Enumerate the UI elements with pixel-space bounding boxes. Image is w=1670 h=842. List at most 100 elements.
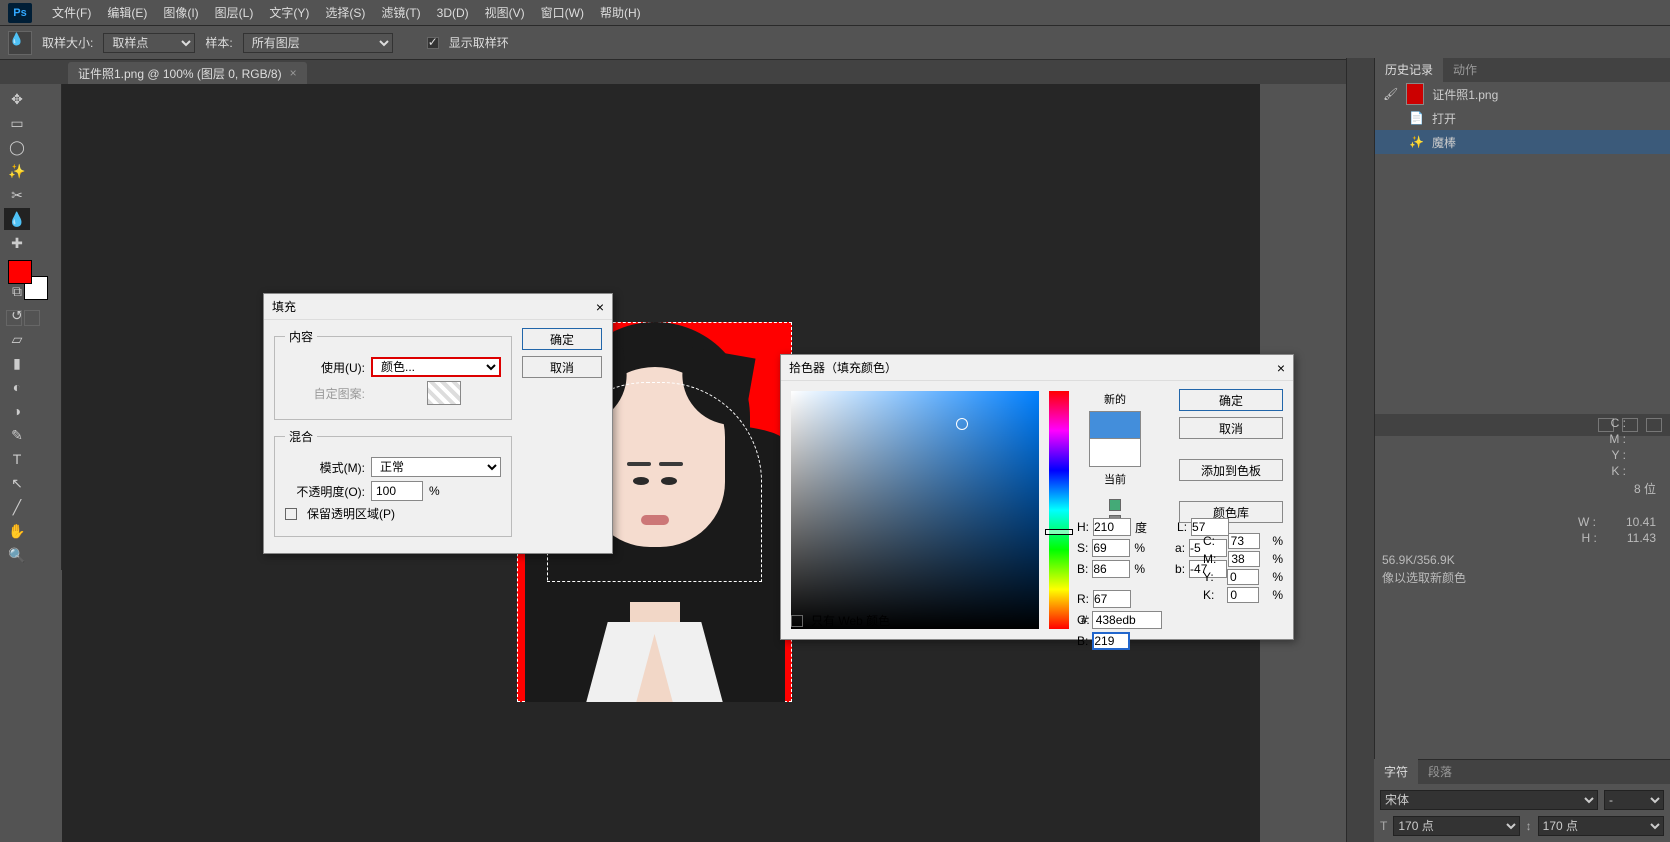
fill-use-select[interactable]: 颜色...: [371, 357, 501, 377]
fill-dialog-titlebar[interactable]: 填充 ×: [264, 294, 612, 320]
gradient-tool-icon[interactable]: ▮: [4, 352, 30, 374]
history-tab[interactable]: 历史记录: [1375, 57, 1443, 82]
menu-file[interactable]: 文件(F): [44, 4, 99, 21]
font-size-select[interactable]: 170 点: [1393, 816, 1519, 836]
font-family-select[interactable]: 宋体: [1380, 790, 1598, 810]
h-input[interactable]: [1093, 518, 1131, 536]
fill-dialog: 填充 × 内容 使用(U): 颜色... 自定图案: 混合 模式(M):: [263, 293, 613, 554]
pen-tool-icon[interactable]: ✎: [4, 424, 30, 446]
options-bar: 💧 取样大小: 取样点 样本: 所有图层 显示取样环: [0, 26, 1670, 60]
history-thumb: [1406, 83, 1424, 105]
close-icon[interactable]: ×: [290, 66, 297, 80]
fill-use-label: 使用(U):: [285, 359, 365, 376]
menu-help[interactable]: 帮助(H): [592, 4, 649, 21]
fill-opacity-unit: %: [429, 484, 440, 498]
eyedropper-indicator-icon[interactable]: 💧: [8, 31, 32, 55]
b-hsb-input[interactable]: [1092, 560, 1130, 578]
quickmask-row: [6, 310, 40, 326]
blur-tool-icon[interactable]: ◐: [4, 376, 30, 398]
colorpicker-ok-button[interactable]: 确定: [1179, 389, 1283, 411]
crop-tool-icon[interactable]: ✂: [4, 184, 30, 206]
eyedropper-tool-icon[interactable]: 💧: [4, 208, 30, 230]
fill-mode-label: 模式(M):: [285, 459, 365, 476]
menu-type[interactable]: 文字(Y): [261, 4, 317, 21]
fill-opacity-input[interactable]: [371, 481, 423, 501]
b-rgb-input[interactable]: [1092, 632, 1130, 650]
menu-layer[interactable]: 图层(L): [207, 4, 262, 21]
document-tab-title: 证件照1.png @ 100% (图层 0, RGB/8): [78, 65, 282, 82]
cmyk-group: C:% M:% Y:% K:%: [1203, 531, 1283, 605]
fill-pattern-swatch[interactable]: [427, 381, 461, 405]
new-color-label: 新的: [1104, 391, 1126, 407]
type-tool-icon[interactable]: T: [4, 448, 30, 470]
menu-filter[interactable]: 滤镜(T): [373, 4, 428, 21]
s-input[interactable]: [1092, 539, 1130, 557]
preserve-trans-checkbox[interactable]: [285, 508, 297, 520]
quickmask-icon[interactable]: [6, 310, 22, 326]
wand-icon: ✨: [1409, 135, 1424, 149]
wand-tool-icon[interactable]: ✨: [4, 160, 30, 182]
history-doc-row[interactable]: 🖌 证件照1.png: [1375, 82, 1670, 106]
sample-size-select[interactable]: 取样点: [103, 33, 195, 53]
heal-tool-icon[interactable]: ✚: [4, 232, 30, 254]
hue-slider[interactable]: [1049, 391, 1069, 629]
web-only-checkbox[interactable]: [791, 615, 803, 627]
preserve-trans-label: 保留透明区域(P): [307, 505, 395, 522]
history-wand-row[interactable]: ✨ 魔棒: [1375, 130, 1670, 154]
screenmode-icon[interactable]: [24, 310, 40, 326]
fill-ok-button[interactable]: 确定: [522, 328, 602, 350]
panel-strip[interactable]: [1346, 58, 1374, 842]
history-open-row[interactable]: 📄 打开: [1375, 106, 1670, 130]
character-tab[interactable]: 字符: [1374, 759, 1418, 784]
fill-cancel-button[interactable]: 取消: [522, 356, 602, 378]
hand-tool-icon[interactable]: ✋: [4, 520, 30, 542]
colorpicker-cancel-button[interactable]: 取消: [1179, 417, 1283, 439]
leading-icon: ↕: [1526, 819, 1532, 833]
k-input[interactable]: [1227, 587, 1259, 603]
menu-image[interactable]: 图像(I): [155, 4, 206, 21]
fill-mode-select[interactable]: 正常: [371, 457, 501, 477]
marquee-tool-icon[interactable]: ▭: [4, 112, 30, 134]
document-tab[interactable]: 证件照1.png @ 100% (图层 0, RGB/8) ×: [68, 62, 307, 84]
line-tool-icon[interactable]: ╱: [4, 496, 30, 518]
leading-select[interactable]: 170 点: [1538, 816, 1664, 836]
zoom-tool-icon[interactable]: 🔍: [4, 544, 30, 566]
close-icon[interactable]: ×: [596, 299, 604, 315]
photo-brow: [627, 462, 651, 466]
m-input[interactable]: [1228, 551, 1260, 567]
hex-input[interactable]: [1092, 611, 1162, 629]
hue-slider-thumb[interactable]: [1045, 529, 1073, 535]
show-ring-label: 显示取样环: [449, 34, 509, 51]
c-input[interactable]: [1228, 533, 1260, 549]
info-panel: C : M : Y : K : 8 位 W :10.41 H :11.43 56…: [1374, 375, 1670, 587]
current-color-swatch[interactable]: [1089, 439, 1141, 467]
dodge-tool-icon[interactable]: ◑: [4, 400, 30, 422]
eraser-tool-icon[interactable]: ▱: [4, 328, 30, 350]
close-icon[interactable]: ×: [1277, 360, 1285, 376]
menubar: Ps 文件(F) 编辑(E) 图像(I) 图层(L) 文字(Y) 选择(S) 滤…: [0, 0, 1670, 26]
paragraph-tab[interactable]: 段落: [1418, 759, 1462, 784]
path-select-tool-icon[interactable]: ↖: [4, 472, 30, 494]
color-field-cursor: [956, 418, 968, 430]
photo-brow: [659, 462, 683, 466]
show-ring-checkbox[interactable]: [427, 37, 439, 49]
menu-edit[interactable]: 编辑(E): [99, 4, 155, 21]
actions-tab[interactable]: 动作: [1443, 57, 1487, 82]
color-picker-dialog: 拾色器（填充颜色） × 新的 当前 确定 取消 添加到色板 颜色库: [780, 354, 1294, 640]
sample-select[interactable]: 所有图层: [243, 33, 393, 53]
menu-3d[interactable]: 3D(D): [429, 6, 477, 20]
font-style-select[interactable]: -: [1604, 790, 1664, 810]
lasso-tool-icon[interactable]: ◯: [4, 136, 30, 158]
foreground-swatch[interactable]: [8, 260, 32, 284]
y-input[interactable]: [1227, 569, 1259, 585]
menu-window[interactable]: 窗口(W): [533, 4, 592, 21]
fill-dialog-title: 填充: [272, 298, 296, 315]
r-input[interactable]: [1093, 590, 1131, 608]
menu-select[interactable]: 选择(S): [317, 4, 373, 21]
gamut-warning-icon[interactable]: [1109, 499, 1121, 511]
color-field[interactable]: [791, 391, 1039, 629]
menu-view[interactable]: 视图(V): [477, 4, 533, 21]
move-tool-icon[interactable]: ✥: [4, 88, 30, 110]
color-picker-titlebar[interactable]: 拾色器（填充颜色） ×: [781, 355, 1293, 381]
add-to-swatches-button[interactable]: 添加到色板: [1179, 459, 1283, 481]
